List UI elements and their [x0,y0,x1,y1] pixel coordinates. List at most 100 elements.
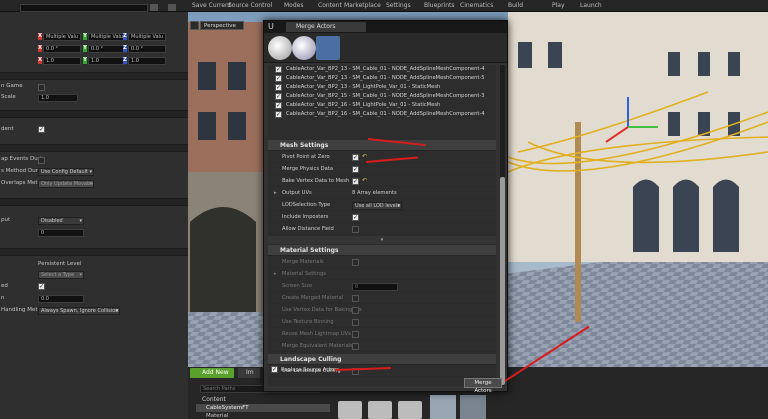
ident-checkbox[interactable]: ✓ [38,126,45,133]
merge-mode-icon[interactable] [268,36,292,60]
create-merged-checkbox[interactable] [352,295,359,302]
output-combo[interactable]: Disabled [38,217,84,225]
list-item[interactable]: ✓ CableActor_Var_BP2_13 - SM_LightPole_Va… [268,83,496,92]
component-checkbox[interactable]: ✓ [275,66,282,73]
folder-icon[interactable] [368,401,392,419]
asset-thumbnail[interactable] [430,395,456,419]
overlap-combo[interactable]: Only Update Movable [38,180,94,188]
list-item[interactable]: ✓ CableActor_Var_BP2_15 - SM_Cable_01 - N… [268,92,496,101]
reset-to-default-icon[interactable]: ↶ [362,177,367,184]
x-axis-icon: X [38,33,42,40]
output-num-field[interactable]: 0 [38,229,84,237]
toolbar-settings[interactable]: Settings [386,2,411,9]
expand-arrow-icon[interactable]: ▸ [274,190,277,196]
hidden-in-game-checkbox[interactable] [38,84,45,91]
merge-equiv-checkbox[interactable] [352,343,359,350]
merge-actors-button[interactable]: Merge Actors [464,378,502,394]
allow-distance-checkbox[interactable] [352,226,359,233]
add-new-button[interactable]: Add New [190,368,234,378]
rotation-z-field[interactable]: 0.0 ° [128,45,166,53]
screen-size-field[interactable]: 0 [352,283,398,291]
merge-materials-checkbox[interactable] [352,259,359,266]
folder-content[interactable]: Content [202,396,226,403]
viewport-options-button[interactable] [190,21,199,30]
rotation-y-field[interactable]: 0.0 ° [88,45,126,53]
scrollbar-thumb[interactable] [500,177,505,385]
location-y-field[interactable]: Multiple Valu [88,33,126,41]
toolbar-source-control[interactable]: Source Control [228,2,272,9]
events-checkbox[interactable] [38,157,45,164]
toolbar-launch[interactable]: Launch [580,2,602,9]
allow-distance-row: Allow Distance Field [268,224,496,235]
import-button[interactable]: Im [238,368,260,378]
proxy-mode-icon[interactable] [292,36,316,60]
folder-material[interactable]: Material [206,413,228,419]
details-panel: X Multiple Valu Y Multiple Valu Z Multip… [0,4,188,419]
folder-icon[interactable] [398,401,422,419]
list-item[interactable]: ✓ CableActor_Var_BP2_13 - SM_Cable_01 - N… [268,65,496,74]
eye-icon[interactable] [168,4,176,11]
component-checkbox[interactable]: ✓ [275,111,282,118]
toolbar-save-current[interactable]: Save Current [192,2,231,9]
search-icon[interactable] [150,4,158,11]
landscape-culling-header[interactable]: Landscape Culling [268,354,496,365]
use-texture-row: Use Texture Binning [268,317,496,328]
scale-x-field[interactable]: 1.0 [43,57,81,65]
expand-arrow-icon[interactable]: ▸ [274,271,277,277]
details-category-bar[interactable] [0,144,188,152]
replace-source-checkbox[interactable]: ✓ [271,366,278,373]
method-combo[interactable]: Use Config Default [38,168,94,176]
handling-combo[interactable]: Always Spawn, Ignore Collisions [38,307,120,315]
instance-mode-icon[interactable] [316,36,340,60]
advanced-expander[interactable]: ▾ [268,236,496,244]
select-type-combo[interactable]: Select a Type [38,271,84,279]
mesh-settings-header[interactable]: Mesh Settings [268,140,496,151]
component-checkbox[interactable]: ✓ [275,102,282,109]
details-search-input[interactable] [20,4,148,12]
material-settings-header[interactable]: Material Settings [268,245,496,256]
folder-icon[interactable] [338,401,362,419]
asset-thumbnail[interactable] [460,395,486,419]
toolbar-content[interactable]: Content [318,2,342,9]
material-settings-row: ▸ Material Settings [268,269,496,280]
scale-y-field[interactable]: 1.0 [88,57,126,65]
reuse-mesh-checkbox[interactable] [352,331,359,338]
n-value-field[interactable]: 0.0 [38,295,84,303]
details-category-bar[interactable] [0,110,188,118]
details-category-bar[interactable] [0,248,188,256]
toolbar-blueprints[interactable]: Blueprints [424,2,455,9]
toolbar-marketplace[interactable]: Marketplace [344,2,381,9]
screen-size-row: Screen Size 0 [268,281,496,292]
folder-cable-system[interactable]: CableSystemFT [196,404,330,412]
pivot-point-checkbox[interactable]: ✓ [352,154,359,161]
details-category-bar[interactable] [0,72,188,80]
component-checkbox[interactable]: ✓ [275,84,282,91]
reset-to-default-icon[interactable]: ↶ [362,153,367,160]
location-x-field[interactable]: Multiple Valu [43,33,81,41]
location-z-field[interactable]: Multiple Valu [128,33,166,41]
list-item[interactable]: ✓ CableActor_Var_BP2_13 - SM_Cable_01 - N… [268,74,496,83]
merge-physics-checkbox[interactable]: ✓ [352,166,359,173]
list-item[interactable]: ✓ CableActor_Var_BP2_16 - SM_Cable_01 - N… [268,110,496,119]
rotation-x-field[interactable]: 0.0 ° [43,45,81,53]
toolbar-cinematics[interactable]: Cinematics [460,2,493,9]
scale-value-field[interactable]: 1.0 [38,94,78,102]
use-texture-checkbox[interactable] [352,319,359,326]
scale-z-field[interactable]: 1.0 [128,57,166,65]
use-vertex-checkbox[interactable] [352,307,359,314]
dialog-tab[interactable]: Merge Actors [286,22,366,32]
toolbar-build[interactable]: Build [508,2,523,9]
component-checkbox[interactable]: ✓ [275,93,282,100]
list-item[interactable]: ✓ CableActor_Var_BP2_16 - SM_LightPole_Va… [268,101,496,110]
bake-vertex-checkbox[interactable]: ✓ [352,178,359,185]
toolbar-modes[interactable]: Modes [284,2,303,9]
include-imposters-checkbox[interactable]: ✓ [352,214,359,221]
ed-checkbox[interactable]: ✓ [38,283,45,290]
dialog-title-bar[interactable]: U Merge Actors [264,21,507,33]
lod-type-combo[interactable]: Use all LOD levels [352,202,402,210]
use-vertex-row: Use Vertex Data for Baking Mo [268,305,496,316]
details-category-bar[interactable] [0,198,188,206]
component-checkbox[interactable]: ✓ [275,75,282,82]
viewport-mode-button[interactable]: Perspective [200,21,244,30]
toolbar-play[interactable]: Play [552,2,565,9]
